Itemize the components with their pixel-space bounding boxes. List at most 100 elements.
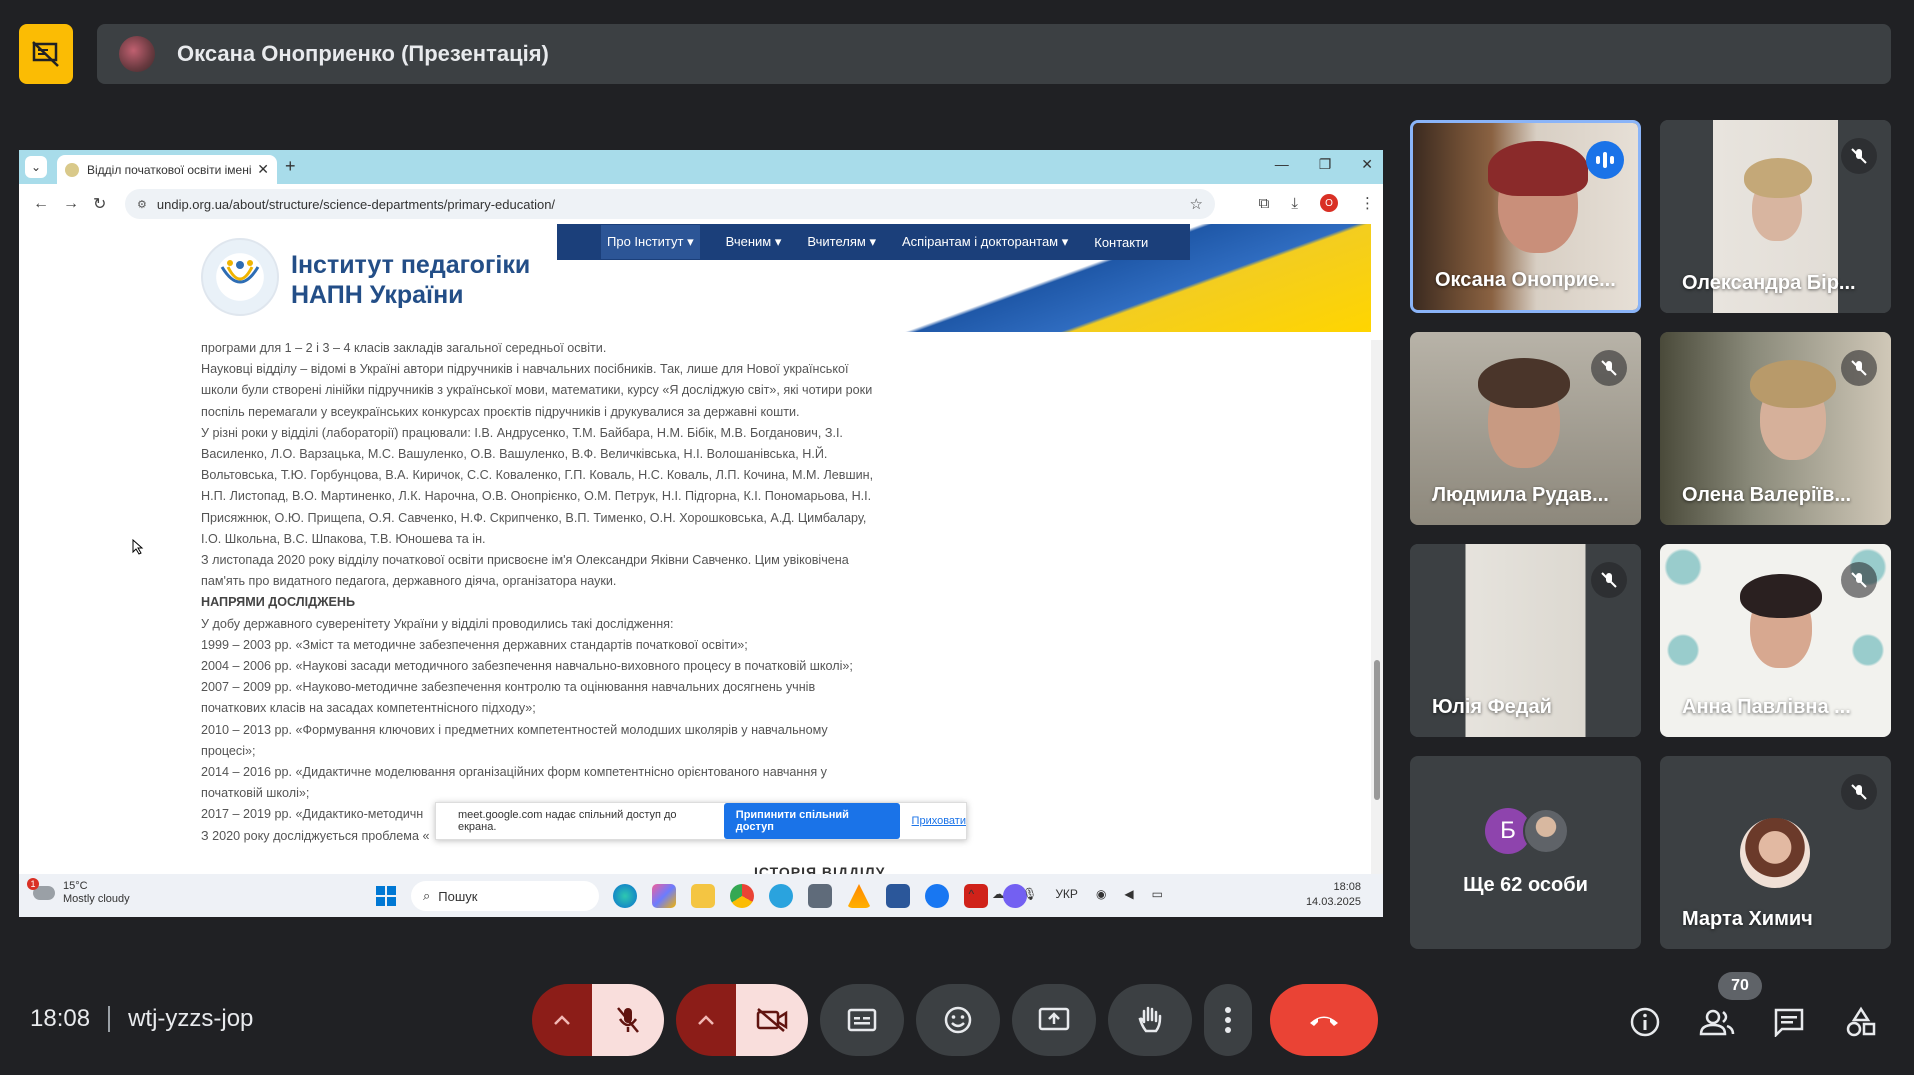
article-line: 2010 – 2013 рр. «Формування ключових і п… <box>201 722 828 737</box>
language-indicator[interactable]: УКР <box>1055 887 1078 901</box>
bookmark-star-icon[interactable]: ☆ <box>1190 195 1203 213</box>
camera-off-icon <box>756 1008 788 1032</box>
scrollbar-thumb[interactable] <box>1374 660 1380 800</box>
copilot-icon[interactable] <box>652 884 676 908</box>
stop-sharing-button[interactable]: Припинити спільний доступ <box>723 803 900 839</box>
participant-tile[interactable]: Юлія Федай <box>1410 544 1641 737</box>
telegram-icon[interactable] <box>769 884 793 908</box>
profile-icon[interactable]: O <box>1320 194 1338 212</box>
extensions-icon[interactable]: ⧉ <box>1259 195 1270 212</box>
mic-off-icon <box>1591 562 1627 598</box>
page-scrollbar[interactable] <box>1371 340 1383 880</box>
site-info-icon[interactable]: ⚙ <box>137 198 147 211</box>
file-explorer-icon[interactable] <box>691 884 715 908</box>
article-line: І.О. Школьна, В.С. Шпакова, Т.В. Юношева… <box>201 531 486 546</box>
chat-button[interactable] <box>1769 1002 1809 1042</box>
present-now-button[interactable] <box>1012 984 1096 1056</box>
participant-tile[interactable]: Олена Валеріїв... <box>1660 332 1891 525</box>
weather-widget[interactable]: 15°C Mostly cloudy <box>27 878 130 906</box>
meeting-info: 18:08 wtj-yzzs-jop <box>30 1005 253 1033</box>
institute-logo[interactable] <box>201 238 279 316</box>
people-button[interactable] <box>1697 1002 1737 1042</box>
mic-off-icon <box>1841 562 1877 598</box>
audio-settings-chevron-icon[interactable] <box>532 984 592 1056</box>
participant-tile[interactable]: Оксана Оноприе... <box>1410 120 1641 313</box>
hide-notice-link[interactable]: Приховати <box>912 815 966 827</box>
mic-off-icon <box>1841 350 1877 386</box>
participant-tile[interactable]: Людмила Рудав... <box>1410 332 1641 525</box>
minimize-icon[interactable]: — <box>1275 156 1289 173</box>
institute-name[interactable]: Інститут педагогіки НАПН України <box>291 250 530 310</box>
nav-scientists[interactable]: Вченим ▾ <box>726 234 782 250</box>
stop-presenting-button[interactable] <box>19 24 73 84</box>
close-tab-icon[interactable]: ✕ <box>257 161 269 178</box>
leave-call-button[interactable] <box>1270 984 1378 1056</box>
more-participants-label: Ще 62 особи <box>1463 874 1588 896</box>
facebook-icon[interactable] <box>925 884 949 908</box>
reload-icon[interactable]: ↻ <box>93 194 109 214</box>
forward-icon[interactable]: → <box>63 195 79 213</box>
address-bar[interactable]: ⚙ undip.org.ua/about/structure/science-d… <box>125 189 1215 219</box>
activities-button[interactable] <box>1841 1002 1881 1042</box>
vlc-icon[interactable] <box>847 884 871 908</box>
more-participants-tile[interactable]: Б Ще 62 особи <box>1410 756 1641 949</box>
video-settings-chevron-icon[interactable] <box>676 984 736 1056</box>
nav-teachers[interactable]: Вчителям ▾ <box>807 234 876 250</box>
participant-hair <box>1488 141 1588 196</box>
participant-name: Марта Химич <box>1682 908 1813 930</box>
onedrive-icon[interactable]: ☁ <box>992 887 1004 901</box>
nav-postgrads[interactable]: Аспірантам і докторантам ▾ <box>902 234 1068 250</box>
taskbar-search[interactable]: ⌕ Пошук <box>411 881 599 911</box>
article-line: початкових класів на засадах компетентні… <box>201 701 536 716</box>
participant-tile[interactable]: Анна Павлівна ... <box>1660 544 1891 737</box>
raise-hand-button[interactable] <box>1108 984 1192 1056</box>
captions-button[interactable] <box>820 984 904 1056</box>
participant-name: Людмила Рудав... <box>1432 484 1609 506</box>
microphone-tray-icon[interactable]: 🎙 <box>1022 887 1037 901</box>
edge-icon[interactable] <box>613 884 637 908</box>
back-icon[interactable]: ← <box>33 195 49 213</box>
download-icon[interactable]: ⤓ <box>1291 195 1298 212</box>
tray-chevron-icon[interactable]: ^ <box>968 887 974 901</box>
meet-window: Оксана Оноприенко (Презентація) ⌄ Відділ… <box>0 0 1914 1075</box>
close-window-icon[interactable]: ✕ <box>1361 156 1373 173</box>
chrome-icon[interactable] <box>730 884 754 908</box>
reactions-button[interactable] <box>916 984 1000 1056</box>
activities-shapes-icon <box>1846 1006 1876 1037</box>
windows-start-icon[interactable] <box>376 886 396 906</box>
mic-toggle-button[interactable] <box>592 984 664 1056</box>
tab-search-button[interactable]: ⌄ <box>25 156 47 178</box>
calculator-icon[interactable] <box>808 884 832 908</box>
nav-contacts[interactable]: Контакти <box>1094 235 1148 250</box>
nav-about[interactable]: Про Інститут ▾ <box>601 225 700 259</box>
more-options-button[interactable] <box>1204 984 1252 1056</box>
menu-kebab-icon[interactable]: ⋮ <box>1360 194 1375 212</box>
new-tab-button[interactable]: + <box>285 156 296 177</box>
article-line: Василенко, Л.О. Варзацька, М.С. Вашуленк… <box>201 447 828 462</box>
mic-off-icon <box>1591 350 1627 386</box>
browser-tab[interactable]: Відділ початкової освіти імені ✕ <box>57 155 277 184</box>
camera-toggle-button[interactable] <box>736 984 808 1056</box>
tab-title: Відділ початкової освіти імені <box>87 162 252 177</box>
article-line: 2007 – 2009 рр. «Науково-методичне забез… <box>201 680 816 695</box>
institute-name-line2: НАПН України <box>291 281 464 309</box>
meeting-details-button[interactable] <box>1625 1002 1665 1042</box>
wifi-icon[interactable]: ◉ <box>1096 887 1106 901</box>
battery-icon[interactable]: ▭ <box>1152 887 1163 901</box>
search-icon: ⌕ <box>423 888 431 903</box>
participant-hair <box>1750 360 1836 408</box>
presenter-avatar <box>119 36 155 72</box>
taskbar-search-placeholder: Пошук <box>438 888 478 904</box>
system-clock[interactable]: 18:08 14.03.2025 <box>1306 880 1361 910</box>
participant-tile[interactable]: Марта Химич <box>1660 756 1891 949</box>
article-line: Вольтовська, Т.Ю. Горбунцова, В.А. Кирич… <box>201 468 874 483</box>
microphone-control <box>532 984 664 1056</box>
word-icon[interactable] <box>886 884 910 908</box>
browser-tabstrip: ⌄ Відділ початкової освіти імені ✕ + — ❐… <box>19 150 1383 184</box>
participant-tile[interactable]: Олександра Бір... <box>1660 120 1891 313</box>
volume-icon[interactable]: ◀ <box>1124 887 1133 901</box>
present-screen-off-icon <box>32 41 59 67</box>
participant-hair <box>1744 158 1812 198</box>
site-header: Про Інститут ▾ Вченим ▾ Вчителям ▾ Аспір… <box>19 224 1371 332</box>
maximize-icon[interactable]: ❐ <box>1319 156 1332 173</box>
